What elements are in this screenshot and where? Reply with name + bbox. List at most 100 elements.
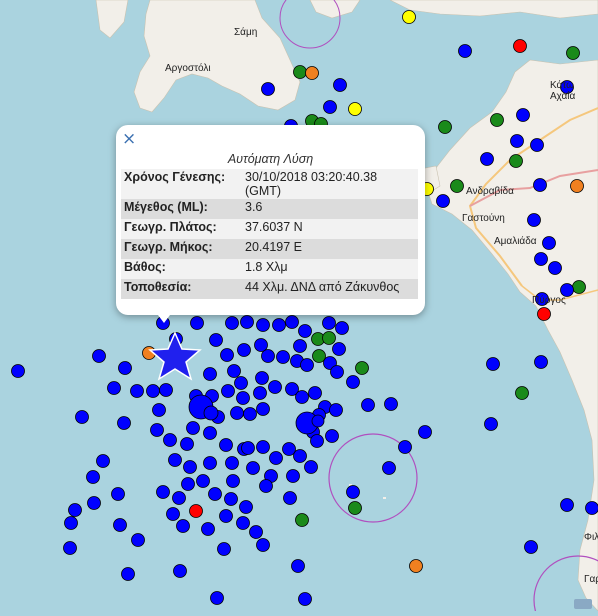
earthquake-marker[interactable] (187, 422, 200, 435)
earthquake-marker[interactable] (160, 384, 173, 397)
earthquake-marker[interactable] (347, 376, 360, 389)
earthquake-marker[interactable] (270, 452, 283, 465)
earthquake-marker[interactable] (459, 45, 472, 58)
earthquake-marker-large[interactable] (312, 415, 324, 427)
earthquake-marker[interactable] (305, 461, 318, 474)
earthquake-marker[interactable] (573, 281, 586, 294)
earthquake-marker[interactable] (122, 568, 135, 581)
earthquake-marker[interactable] (244, 408, 257, 421)
earthquake-marker[interactable] (323, 317, 336, 330)
earthquake-marker[interactable] (269, 381, 282, 394)
earthquake-marker[interactable] (487, 358, 500, 371)
earthquake-marker[interactable] (220, 439, 233, 452)
earthquake-marker[interactable] (294, 340, 307, 353)
earthquake-marker[interactable] (174, 565, 187, 578)
earthquake-marker-large[interactable] (204, 406, 218, 420)
earthquake-marker[interactable] (132, 534, 145, 547)
earthquake-marker[interactable] (296, 391, 309, 404)
earthquake-marker[interactable] (12, 365, 25, 378)
earthquake-marker[interactable] (209, 488, 222, 501)
earthquake-marker[interactable] (191, 317, 204, 330)
earthquake-marker[interactable] (118, 417, 131, 430)
earthquake-marker[interactable] (419, 426, 432, 439)
earthquake-marker[interactable] (286, 316, 299, 329)
earthquake-marker[interactable] (301, 359, 314, 372)
earthquake-marker[interactable] (362, 399, 375, 412)
earthquake-marker[interactable] (257, 539, 270, 552)
earthquake-marker[interactable] (190, 505, 203, 518)
earthquake-marker[interactable] (226, 457, 239, 470)
earthquake-marker[interactable] (306, 67, 319, 80)
earthquake-marker[interactable] (204, 368, 217, 381)
earthquake-marker[interactable] (403, 11, 416, 24)
earthquake-marker[interactable] (173, 492, 186, 505)
earthquake-marker[interactable] (119, 362, 132, 375)
earthquake-marker[interactable] (277, 351, 290, 364)
earthquake-marker[interactable] (247, 462, 260, 475)
earthquake-marker[interactable] (510, 155, 523, 168)
earthquake-marker[interactable] (184, 461, 197, 474)
earthquake-marker[interactable] (356, 362, 369, 375)
earthquake-marker[interactable] (167, 508, 180, 521)
earthquake-marker[interactable] (567, 47, 580, 60)
earthquake-marker[interactable] (294, 66, 307, 79)
earthquake-marker[interactable] (385, 398, 398, 411)
earthquake-marker[interactable] (237, 392, 250, 405)
earthquake-marker[interactable] (218, 543, 231, 556)
earthquake-marker[interactable] (260, 480, 273, 493)
earthquake-marker[interactable] (112, 488, 125, 501)
earthquake-marker[interactable] (485, 418, 498, 431)
earthquake-marker[interactable] (323, 332, 336, 345)
earthquake-marker[interactable] (153, 404, 166, 417)
earthquake-marker[interactable] (164, 434, 177, 447)
earthquake-marker[interactable] (147, 385, 160, 398)
earthquake-marker[interactable] (439, 121, 452, 134)
earthquake-marker[interactable] (182, 478, 195, 491)
earthquake-marker[interactable] (538, 308, 551, 321)
earthquake-marker[interactable] (250, 526, 263, 539)
earthquake-marker[interactable] (235, 377, 248, 390)
earthquake-marker[interactable] (535, 356, 548, 369)
earthquake-marker[interactable] (257, 403, 270, 416)
earthquake-marker[interactable] (326, 430, 339, 443)
earthquake-marker[interactable] (525, 541, 538, 554)
earthquake-marker[interactable] (231, 407, 244, 420)
earthquake-marker[interactable] (114, 519, 127, 532)
earthquake-marker[interactable] (292, 560, 305, 573)
earthquake-marker[interactable] (535, 253, 548, 266)
earthquake-marker[interactable] (241, 316, 254, 329)
earthquake-marker[interactable] (437, 195, 450, 208)
earthquake-marker[interactable] (257, 441, 270, 454)
earthquake-marker[interactable] (294, 450, 307, 463)
earthquake-marker[interactable] (549, 262, 562, 275)
earthquake-marker[interactable] (211, 592, 224, 605)
earthquake-marker[interactable] (93, 350, 106, 363)
earthquake-marker[interactable] (451, 180, 464, 193)
earthquake-marker[interactable] (299, 593, 312, 606)
earthquake-marker[interactable] (240, 501, 253, 514)
earthquake-marker[interactable] (181, 438, 194, 451)
earthquake-marker[interactable] (254, 387, 267, 400)
earthquake-marker[interactable] (284, 492, 297, 505)
earthquake-marker[interactable] (220, 510, 233, 523)
earthquake-marker[interactable] (238, 344, 251, 357)
close-icon[interactable]: × (122, 129, 136, 149)
earthquake-marker[interactable] (324, 101, 337, 114)
earthquake-marker[interactable] (169, 454, 182, 467)
earthquake-marker[interactable] (287, 470, 300, 483)
earthquake-marker[interactable] (65, 517, 78, 530)
earthquake-marker[interactable] (204, 457, 217, 470)
earthquake-marker[interactable] (299, 325, 312, 338)
earthquake-marker[interactable] (517, 109, 530, 122)
earthquake-marker[interactable] (331, 366, 344, 379)
earthquake-marker[interactable] (222, 385, 235, 398)
earthquake-marker[interactable] (336, 322, 349, 335)
earthquake-marker[interactable] (262, 83, 275, 96)
earthquake-marker[interactable] (69, 504, 82, 517)
earthquake-marker[interactable] (273, 319, 286, 332)
earthquake-marker[interactable] (399, 441, 412, 454)
earthquake-marker[interactable] (528, 214, 541, 227)
earthquake-marker[interactable] (534, 179, 547, 192)
earthquake-marker[interactable] (202, 523, 215, 536)
earthquake-marker[interactable] (333, 343, 346, 356)
